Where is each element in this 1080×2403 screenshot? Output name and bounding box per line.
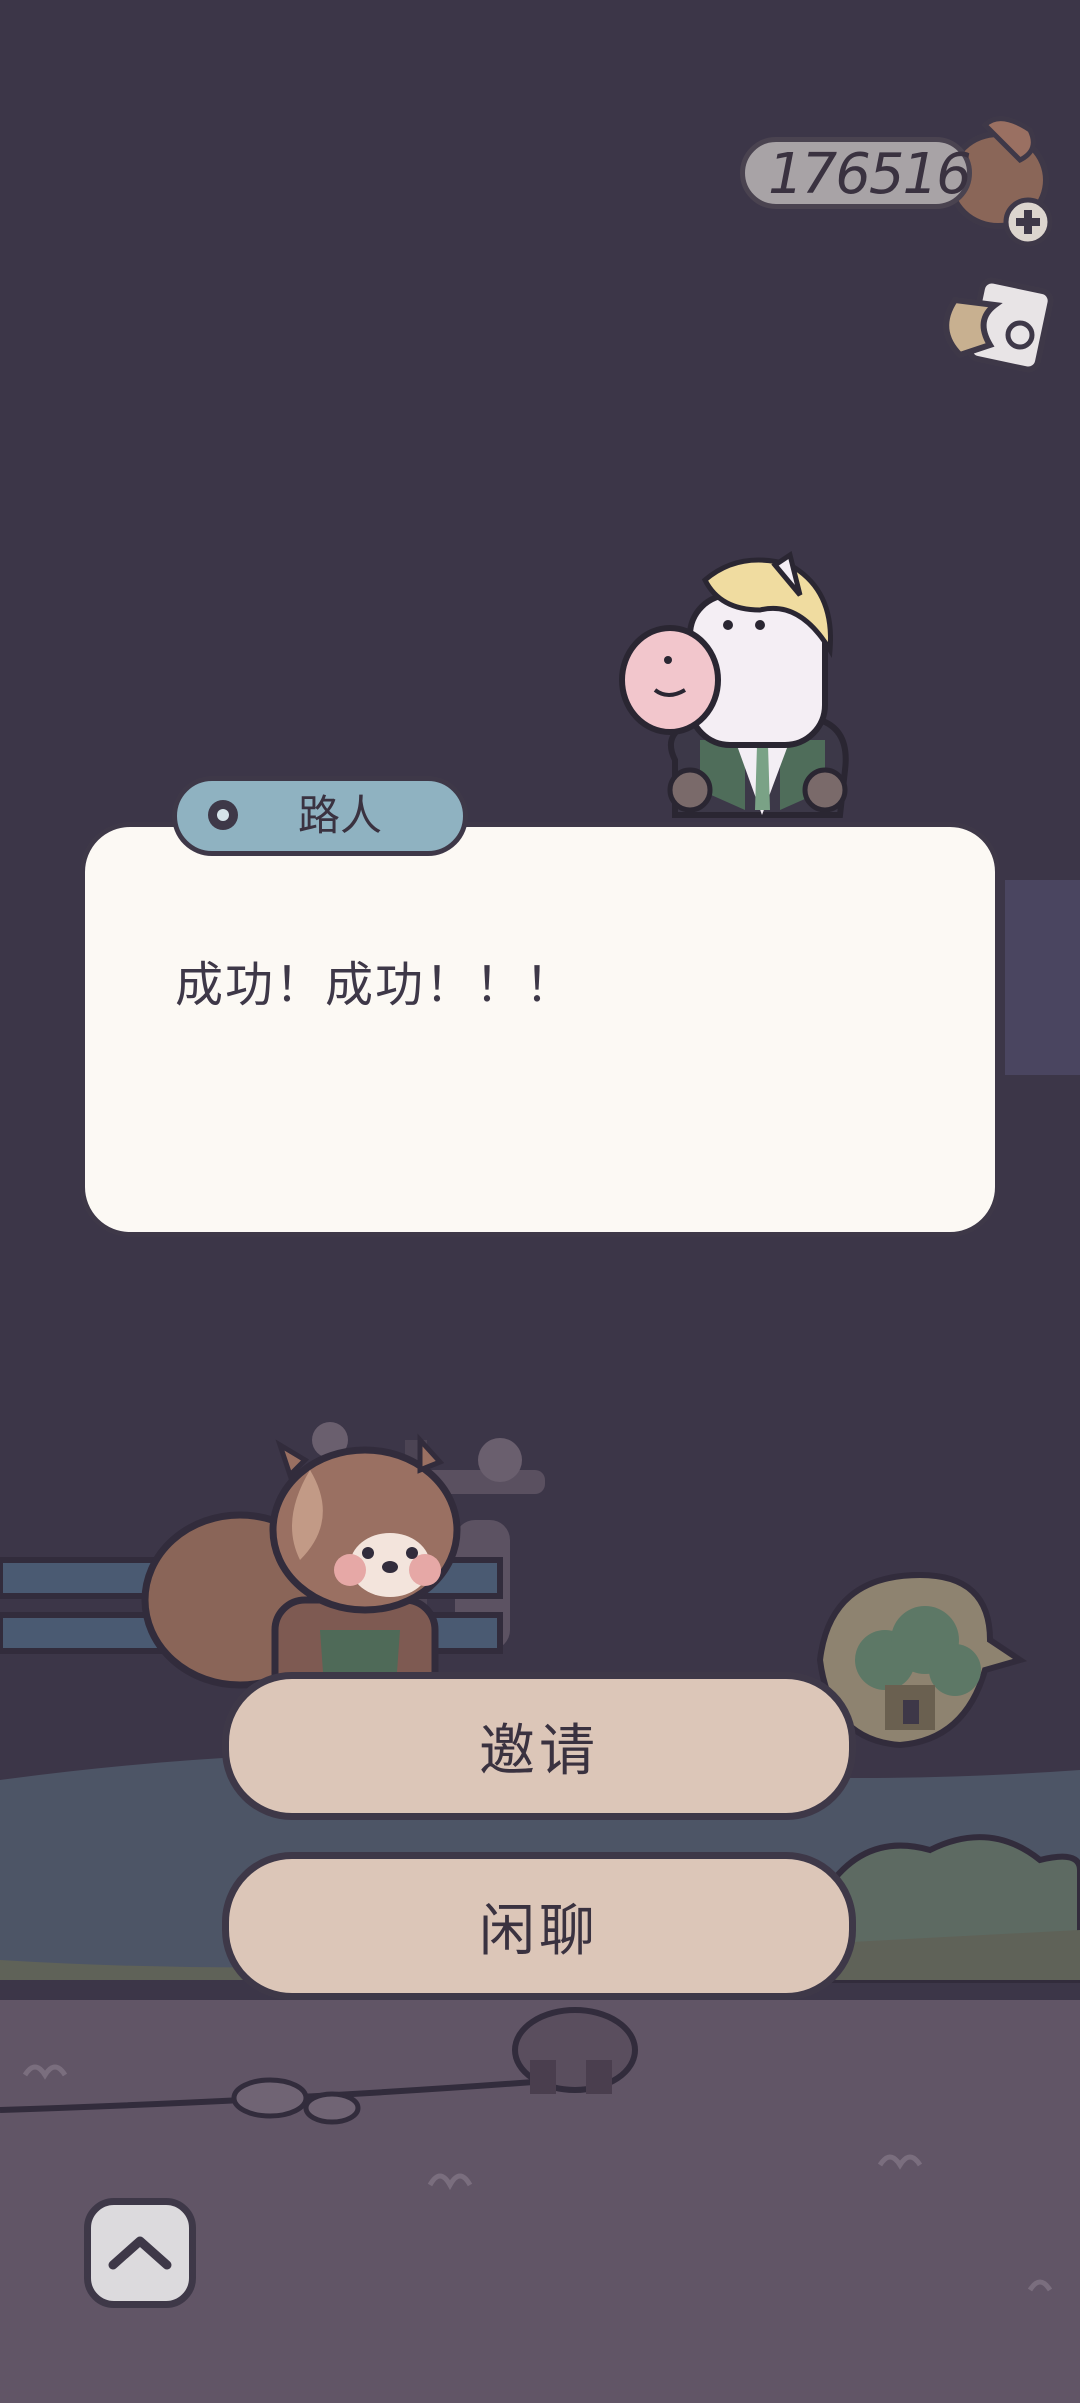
dialog-text: 成功！成功！！！ — [175, 957, 576, 1013]
side-panel — [1005, 880, 1080, 1075]
small-character — [512, 2007, 638, 2094]
speaker-name: 路人 — [297, 791, 382, 840]
dialog-box[interactable] — [80, 822, 1000, 1237]
currency-value: 176516 — [768, 142, 972, 207]
nametag-dot-icon — [208, 800, 238, 830]
invite-button[interactable]: 邀请 — [222, 1672, 856, 1820]
chat-button[interactable]: 闲聊 — [222, 1852, 856, 2000]
chevron-up-icon — [108, 2236, 172, 2270]
horse-character — [619, 550, 849, 818]
collapse-button[interactable] — [84, 2198, 196, 2308]
phone-tag-icon[interactable] — [943, 277, 1054, 373]
